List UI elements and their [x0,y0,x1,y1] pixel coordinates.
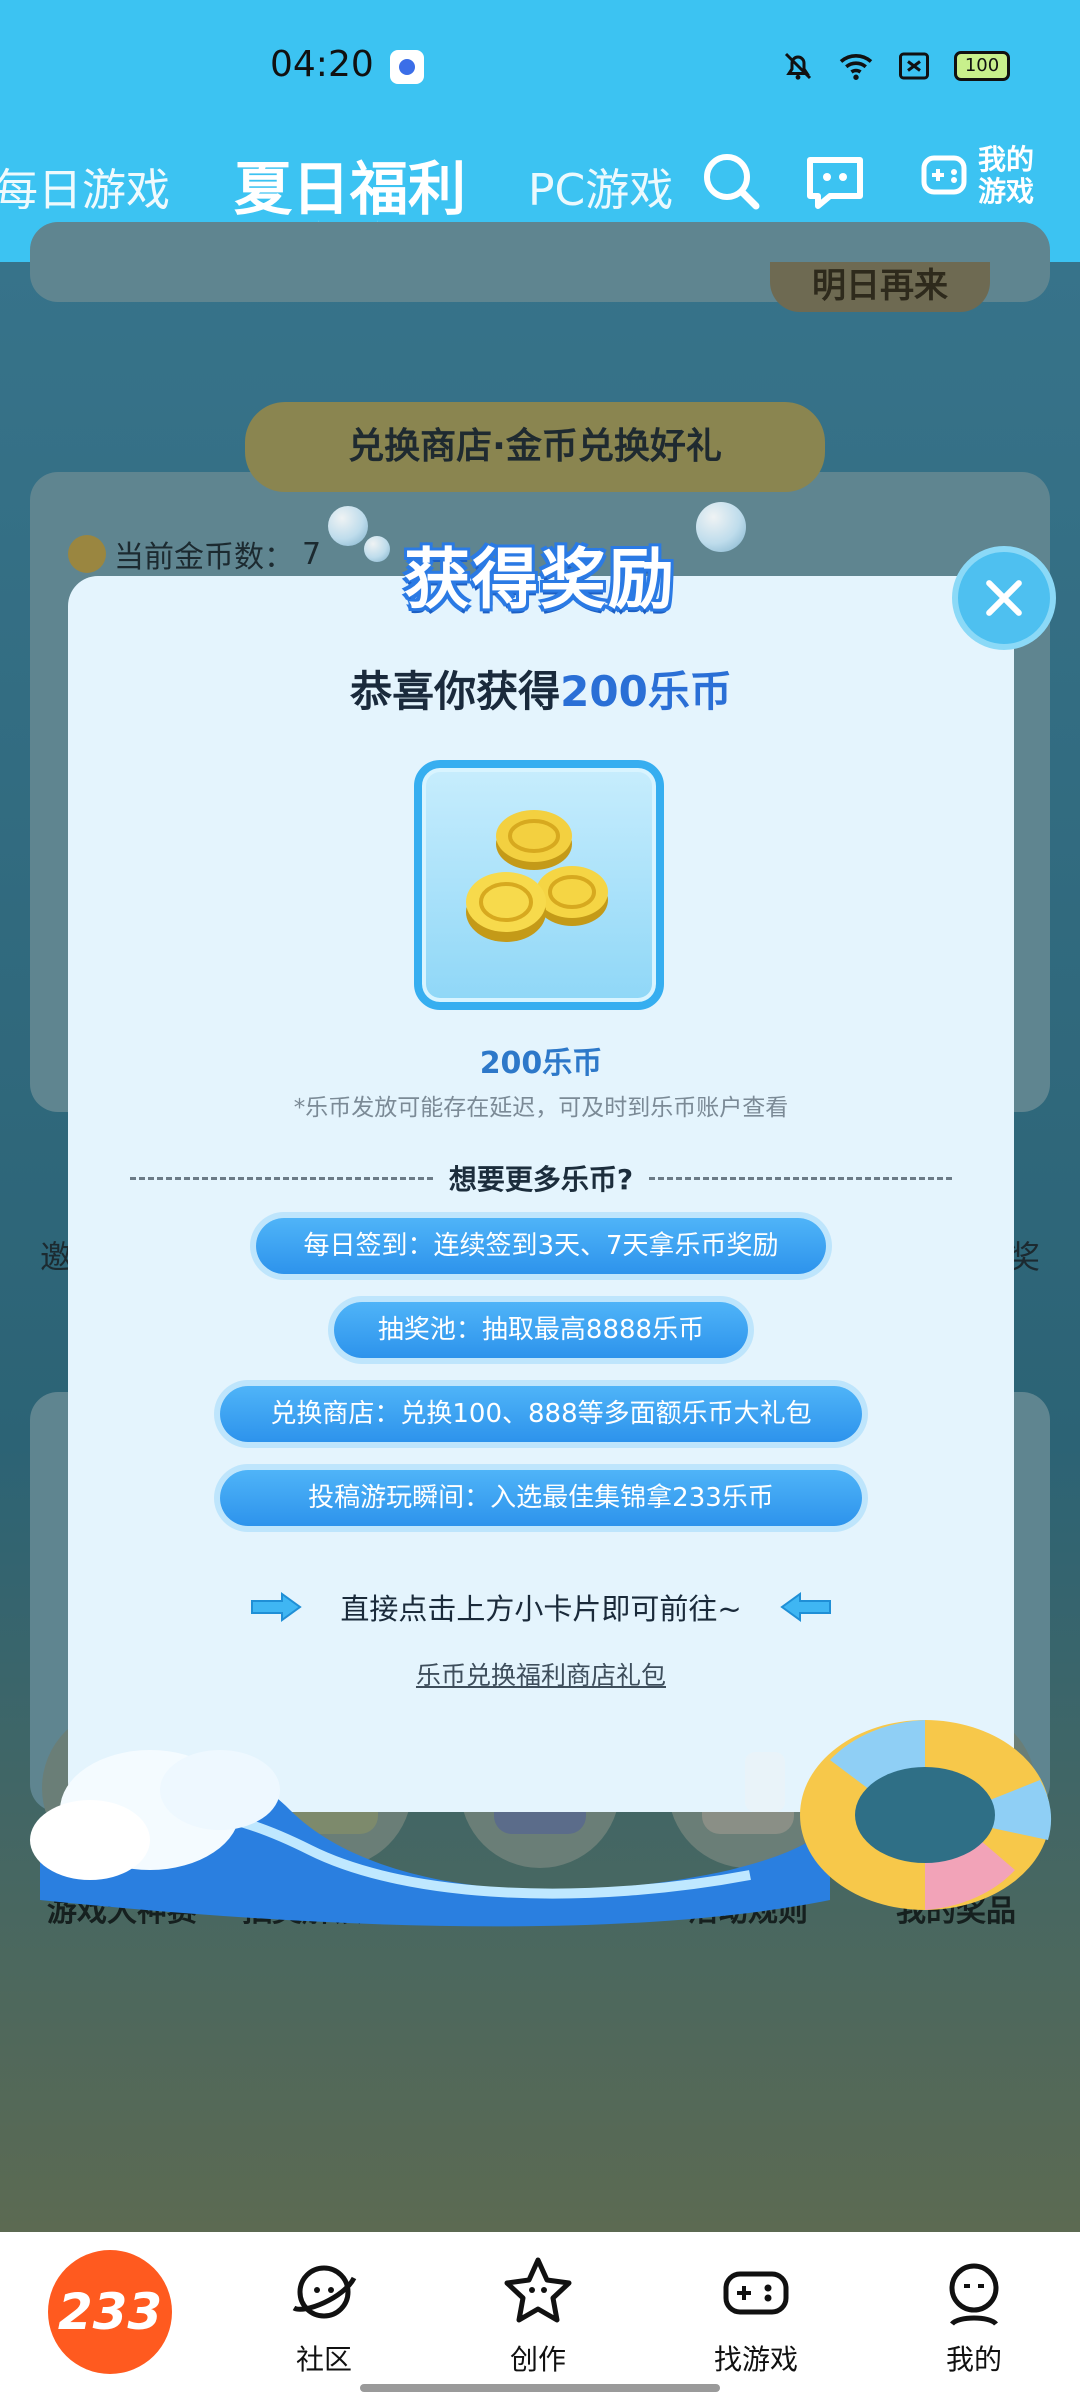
arrow-left-icon [780,1592,831,1622]
hint-text: 直接点击上方小卡片即可前往~ [340,1592,742,1626]
bg-item-label: 分享有奖 [480,1894,600,1929]
tab-create[interactable]: 创作 [468,2252,608,2378]
tab-profile[interactable]: 我的 [904,2252,1044,2378]
reward-card [414,760,664,1010]
reward-modal: 恭喜你获得200乐币 200乐币 *乐币发放可能存在延迟，可及时到乐币账户查看 … [68,576,1014,1812]
home-logo-button[interactable]: 233 [48,2250,172,2374]
my-games-button[interactable]: 我的游戏 [918,144,1042,208]
bg-item-label: 游戏大神赛 [47,1894,197,1929]
search-icon[interactable] [696,146,766,216]
tab-label: 社区 [295,2343,352,2376]
planet-icon [292,2265,357,2319]
coin-icon [68,535,106,573]
modal-title: 获得奖励 [404,541,676,618]
reward-name: 200乐币 [479,1046,603,1081]
tab-pc-games[interactable]: PC游戏 [528,154,673,218]
pill-submit-moments[interactable]: 投稿游玩瞬间：入选最佳集锦拿233乐币 [220,1470,862,1526]
shop-banner: 兑换商店·金币兑换好礼 [245,402,825,492]
tab-label: 创作 [509,2343,566,2376]
wifi-icon [839,54,873,80]
coin-shop-link[interactable]: 乐币兑换福利商店礼包 [68,1656,1014,1692]
baidu-app-icon [390,50,424,84]
status-icons: 100 [780,48,1010,84]
my-games-label: 我的游戏 [978,143,1035,208]
tab-summer-benefits[interactable]: 夏日福利 [234,142,466,226]
reward-note: *乐币发放可能存在延迟，可及时到乐币账户查看 [293,1095,789,1121]
coin-count-value: 7 [302,536,322,572]
divider-text: 想要更多乐币? [448,1163,634,1196]
close-button[interactable] [952,546,1056,650]
divider-dash-left [130,1176,433,1180]
tomorrow-button[interactable]: 明日再来 [770,262,990,312]
battery-indicator: 100 [954,51,1010,81]
star-icon [504,2257,572,2323]
tab-find-games[interactable]: 找游戏 [686,2252,826,2378]
status-bar: 04:20 100 [0,0,1080,120]
bg-item-label: 我的奖品 [896,1894,1016,1929]
home-indicator[interactable] [360,2384,720,2392]
coin-count-label: 当前金币数： [114,540,294,575]
status-time: 04:20 [270,44,374,85]
tab-label: 我的 [945,2343,1002,2376]
congrats-text: 恭喜你获得200乐币 [68,658,1014,719]
coins-icon [466,810,608,942]
more-coins-divider: 想要更多乐币? [130,1158,952,1198]
gamepad-plus-icon [921,155,967,195]
pill-daily-signin[interactable]: 每日签到：连续签到3天、7天拿乐币奖励 [256,1218,826,1274]
pill-lottery-pool[interactable]: 抽奖池：抽取最高8888乐币 [334,1302,748,1358]
bubble-decoration [364,536,390,562]
tab-label: 找游戏 [713,2343,798,2376]
sim-x-icon [899,52,929,80]
gamepad-icon [723,2271,789,2315]
bubble-decoration [696,502,746,552]
mute-bell-icon [784,52,812,80]
divider-dash-right [649,1176,952,1180]
pill-exchange-shop[interactable]: 兑换商店：兑换100、888等多面额乐币大礼包 [220,1386,862,1442]
bg-item-label: 活动规则 [688,1894,808,1929]
congrats-prefix: 恭喜你获得 [350,667,561,716]
modal-title-wrap: 获得奖励 [390,526,690,636]
tab-daily-games[interactable]: 每日游戏 [0,154,170,218]
coin-count-row: 当前金币数： 7 [68,532,321,576]
tab-community[interactable]: 社区 [254,2252,394,2378]
bubble-decoration [328,506,368,546]
chat-icon[interactable] [800,146,870,216]
profile-icon [949,2263,999,2326]
bottom-tab-bar: 233 社区 创作 找游戏 我的 [0,2232,1080,2400]
congrats-amount: 200乐币 [560,667,732,716]
bg-item-label: 抽奖解锁地图 [242,1894,422,1929]
